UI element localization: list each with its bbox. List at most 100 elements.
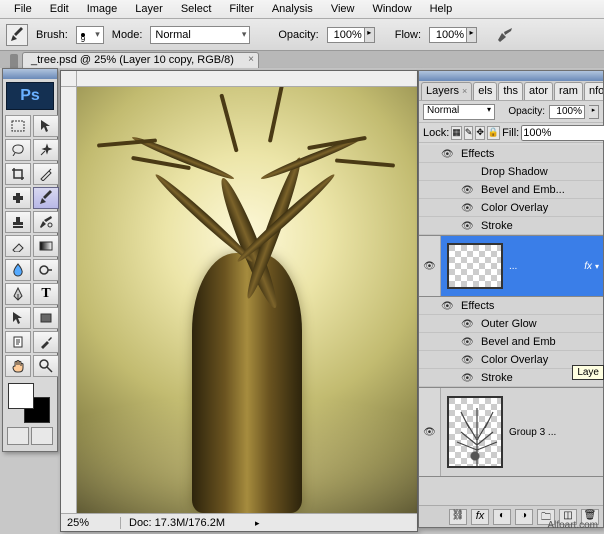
doc-info[interactable]: Doc: 17.3M/176.2M▸ xyxy=(121,517,260,529)
eye-icon[interactable] xyxy=(461,220,475,232)
layer-name[interactable]: ... xyxy=(509,261,584,272)
color-swatches[interactable] xyxy=(8,383,52,423)
flow-input[interactable] xyxy=(429,27,467,43)
document-tab[interactable]: _tree.psd @ 25% (Layer 10 copy, RGB/8) × xyxy=(22,52,259,68)
blend-mode-select[interactable]: Normal xyxy=(423,104,495,120)
layer-mask-icon[interactable]: ◐ xyxy=(493,509,511,525)
flow-arrow-icon[interactable]: ▸ xyxy=(467,27,477,43)
close-icon[interactable]: × xyxy=(462,86,467,96)
current-tool-icon[interactable] xyxy=(6,24,28,46)
zoom-field[interactable]: 25% xyxy=(61,517,121,529)
layer-style-icon[interactable]: fx xyxy=(471,509,489,525)
eye-icon[interactable] xyxy=(461,166,475,178)
fx-icon[interactable]: fx xyxy=(584,261,592,272)
arrow-icon[interactable]: ▸ xyxy=(589,105,599,119)
tab-info[interactable]: nfo xyxy=(584,82,603,100)
move-tool-icon[interactable] xyxy=(33,115,59,137)
close-tab-icon[interactable]: × xyxy=(248,54,254,65)
eye-icon[interactable] xyxy=(423,426,436,438)
panel-titlebar[interactable] xyxy=(419,71,603,81)
eyedropper-icon[interactable] xyxy=(33,331,59,353)
eye-icon[interactable] xyxy=(461,318,475,330)
effect-color-overlay[interactable]: Color Overlay xyxy=(419,199,603,217)
effect-bevel[interactable]: Bevel and Emb xyxy=(419,333,603,351)
eraser-tool-icon[interactable] xyxy=(5,235,31,257)
ruler-vertical[interactable] xyxy=(61,87,77,513)
lock-paint-icon[interactable]: ✎ xyxy=(464,126,474,140)
eye-icon[interactable] xyxy=(461,202,475,214)
foreground-color[interactable] xyxy=(8,383,34,409)
zoom-tool-icon[interactable] xyxy=(33,355,59,377)
type-tool-icon[interactable]: T xyxy=(33,283,59,305)
eye-icon[interactable] xyxy=(423,260,436,272)
menu-window[interactable]: Window xyxy=(364,1,419,17)
menu-filter[interactable]: Filter xyxy=(221,1,261,17)
mode-select[interactable]: Normal xyxy=(150,26,250,44)
history-brush-icon[interactable] xyxy=(33,211,59,233)
tab-navigator[interactable]: ator xyxy=(524,82,553,100)
layer-name[interactable]: Group 3 ... xyxy=(509,427,603,438)
dodge-tool-icon[interactable] xyxy=(33,259,59,281)
lasso-tool-icon[interactable] xyxy=(5,139,31,161)
tab-layers[interactable]: Layers× xyxy=(421,82,472,100)
menu-edit[interactable]: Edit xyxy=(42,1,77,17)
menu-select[interactable]: Select xyxy=(173,1,220,17)
lock-transparent-icon[interactable]: ▦ xyxy=(451,126,462,140)
crop-tool-icon[interactable] xyxy=(5,163,31,185)
canvas-viewport[interactable] xyxy=(77,87,417,513)
adjustment-layer-icon[interactable]: ◑ xyxy=(515,509,533,525)
eye-icon[interactable] xyxy=(441,300,455,312)
ruler-horizontal[interactable] xyxy=(77,71,417,87)
shape-tool-icon[interactable] xyxy=(33,307,59,329)
eye-icon[interactable] xyxy=(461,372,475,384)
slice-tool-icon[interactable] xyxy=(33,163,59,185)
menu-image[interactable]: Image xyxy=(79,1,126,17)
chevron-down-icon[interactable]: ▾ xyxy=(595,262,599,271)
layer-thumbnail[interactable] xyxy=(447,243,503,289)
blur-tool-icon[interactable] xyxy=(5,259,31,281)
eye-icon[interactable] xyxy=(461,354,475,366)
effects-row[interactable]: Effects xyxy=(419,297,603,315)
quickmask-mode-icon[interactable] xyxy=(31,427,53,445)
tab-channels[interactable]: els xyxy=(473,82,497,100)
effect-drop-shadow[interactable]: Drop Shadow xyxy=(419,163,603,181)
stamp-tool-icon[interactable] xyxy=(5,211,31,233)
tools-titlebar[interactable] xyxy=(3,69,57,79)
tab-paths[interactable]: ths xyxy=(498,82,523,100)
wand-tool-icon[interactable] xyxy=(33,139,59,161)
flow-field[interactable]: ▸ xyxy=(429,27,477,43)
fill-input[interactable] xyxy=(521,125,604,141)
link-layers-icon[interactable]: ⛓ xyxy=(449,509,467,525)
arrow-icon[interactable]: ▸ xyxy=(255,518,260,528)
marquee-tool-icon[interactable] xyxy=(5,115,31,137)
effect-outer-glow[interactable]: Outer Glow xyxy=(419,315,603,333)
opacity-field[interactable]: ▸ xyxy=(327,27,375,43)
gradient-tool-icon[interactable] xyxy=(33,235,59,257)
menu-analysis[interactable]: Analysis xyxy=(264,1,321,17)
heal-tool-icon[interactable] xyxy=(5,187,31,209)
eye-icon[interactable] xyxy=(441,148,455,160)
layer-opacity-input[interactable] xyxy=(549,105,585,119)
menu-view[interactable]: View xyxy=(323,1,363,17)
hand-tool-icon[interactable] xyxy=(5,355,31,377)
brush-picker[interactable]: 9 xyxy=(76,26,104,44)
menu-help[interactable]: Help xyxy=(422,1,461,17)
tab-drag-handle[interactable] xyxy=(10,54,18,68)
tab-histogram[interactable]: ram xyxy=(554,82,583,100)
standard-mode-icon[interactable] xyxy=(7,427,29,445)
path-select-icon[interactable] xyxy=(5,307,31,329)
notes-tool-icon[interactable] xyxy=(5,331,31,353)
eye-icon[interactable] xyxy=(461,184,475,196)
layer-thumbnail[interactable] xyxy=(447,396,503,468)
effect-stroke[interactable]: Stroke xyxy=(419,217,603,235)
layer-row-selected[interactable]: ... fx ▾ xyxy=(419,235,603,297)
opacity-arrow-icon[interactable]: ▸ xyxy=(365,27,375,43)
brush-tool-icon[interactable] xyxy=(33,187,59,209)
opacity-input[interactable] xyxy=(327,27,365,43)
pen-tool-icon[interactable] xyxy=(5,283,31,305)
eye-icon[interactable] xyxy=(461,336,475,348)
ruler-origin[interactable] xyxy=(61,71,77,87)
effect-bevel[interactable]: Bevel and Emb... xyxy=(419,181,603,199)
effects-row[interactable]: Effects xyxy=(419,145,603,163)
layer-row-group[interactable]: Group 3 ... xyxy=(419,387,603,477)
